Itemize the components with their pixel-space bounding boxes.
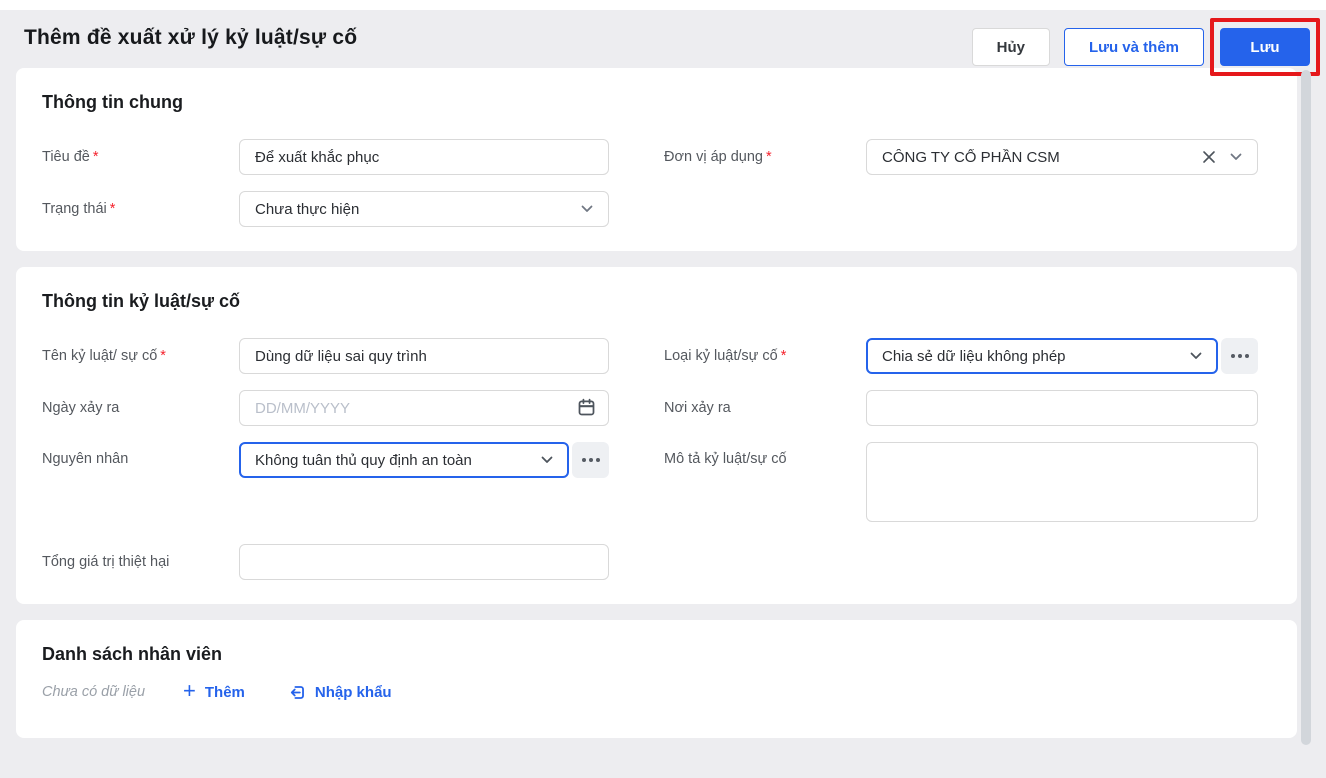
incident-name-label: Tên kỷ luật/ sự cố * <box>42 348 166 364</box>
status-value: Chưa thực hiện <box>255 200 360 218</box>
incident-name-input[interactable] <box>239 338 609 374</box>
import-icon <box>290 685 304 699</box>
vertical-scrollbar[interactable] <box>1301 70 1311 745</box>
status-select[interactable]: Chưa thực hiện <box>239 191 609 227</box>
applied-unit-select[interactable]: CÔNG TY CỔ PHẦN CSM <box>866 139 1258 175</box>
top-strip <box>0 0 1326 10</box>
incident-description-label: Mô tả kỷ luật/sự cố <box>664 451 787 467</box>
save-button[interactable]: Lưu <box>1220 28 1310 66</box>
chevron-down-icon[interactable] <box>1230 153 1242 161</box>
incident-type-select[interactable]: Chia sẻ dữ liệu không phép <box>866 338 1218 374</box>
incident-type-label: Loại kỷ luật/sự cố * <box>664 348 787 364</box>
total-damage-input[interactable] <box>239 544 609 580</box>
incident-cause-value: Không tuân thủ quy định an toàn <box>255 451 472 469</box>
required-asterisk: * <box>766 149 772 165</box>
incident-type-value: Chia sẻ dữ liệu không phép <box>882 347 1066 365</box>
incident-info-card: Thông tin kỷ luật/sự cố Tên kỷ luật/ sự … <box>16 267 1297 604</box>
general-info-heading: Thông tin chung <box>42 92 183 112</box>
incident-cause-select[interactable]: Không tuân thủ quy định an toàn <box>239 442 569 478</box>
title-label: Tiêu đề * <box>42 149 99 165</box>
chevron-down-icon <box>541 456 553 463</box>
applied-unit-value: CÔNG TY CỔ PHẦN CSM <box>882 148 1060 166</box>
cancel-button[interactable]: Hủy <box>971 28 1050 66</box>
total-damage-label: Tổng giá trị thiệt hại <box>42 554 170 570</box>
incident-type-more-button[interactable] <box>1221 338 1258 374</box>
general-info-card: Thông tin chung Tiêu đề* Đơn vị áp dụng*… <box>16 68 1297 251</box>
required-asterisk: * <box>780 348 787 364</box>
required-asterisk: * <box>92 149 99 165</box>
required-asterisk: * <box>109 201 116 217</box>
incident-description-textarea[interactable] <box>866 442 1258 522</box>
page-header: Thêm đề xuất xử lý kỷ luật/sự cố Hủy Lưu… <box>0 10 1326 76</box>
title-input[interactable] <box>239 139 609 175</box>
employee-list-card: Danh sách nhân viên Chưa có dữ liệu + Th… <box>16 620 1297 738</box>
status-label: Trạng thái * <box>42 201 116 217</box>
empty-data-text: Chưa có dữ liệu <box>42 684 146 700</box>
header-actions: Hủy Lưu và thêm Lưu <box>971 18 1320 76</box>
save-and-add-button[interactable]: Lưu và thêm <box>1063 28 1204 66</box>
plus-icon: + <box>183 678 196 703</box>
chevron-down-icon <box>1190 352 1202 359</box>
required-asterisk: * <box>160 348 166 364</box>
add-employee-button[interactable]: + Thêm <box>183 678 245 703</box>
applied-unit-label: Đơn vị áp dụng * <box>664 149 772 165</box>
employee-list-heading: Danh sách nhân viên <box>42 644 223 664</box>
save-button-highlight-annotation: Lưu <box>1210 18 1320 76</box>
incident-date-label: Ngày xảy ra <box>42 400 120 416</box>
incident-cause-more-button[interactable] <box>572 442 609 478</box>
incident-location-input[interactable] <box>866 390 1258 426</box>
import-button[interactable]: Nhập khẩu <box>289 684 392 701</box>
chevron-down-icon <box>581 205 593 212</box>
incident-info-heading: Thông tin kỷ luật/sự cố <box>42 291 241 311</box>
incident-date-input[interactable] <box>239 390 609 426</box>
incident-cause-label: Nguyên nhân <box>42 451 129 467</box>
incident-location-label: Nơi xảy ra <box>664 400 731 416</box>
clear-icon[interactable] <box>1202 150 1216 164</box>
